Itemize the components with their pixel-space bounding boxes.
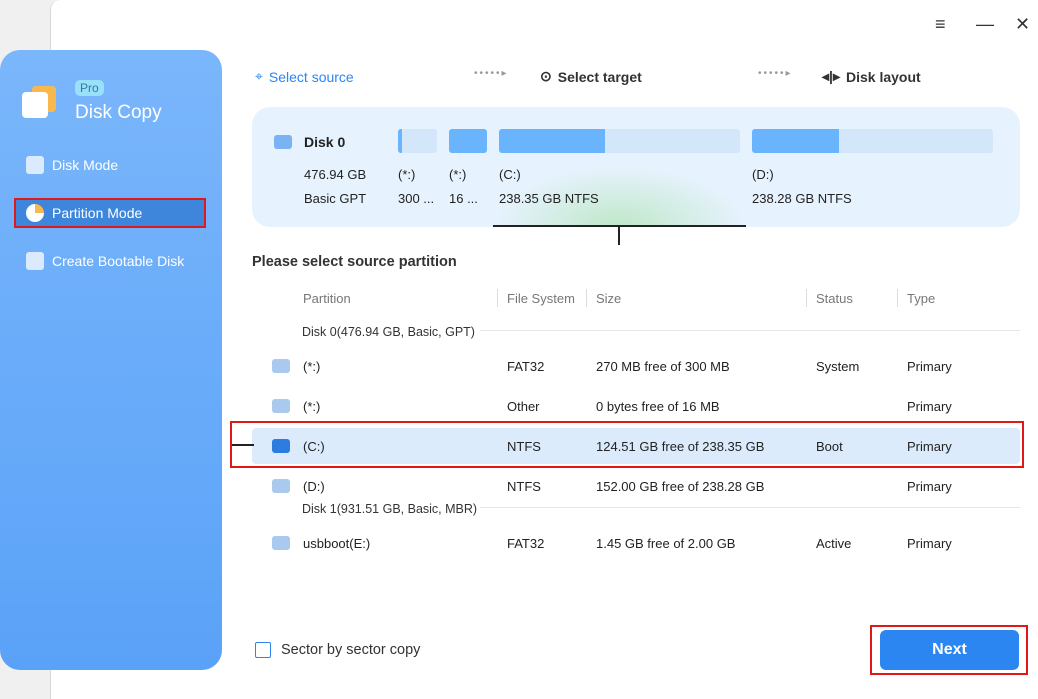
bootable-disk-icon [26, 252, 44, 270]
cell: 0 bytes free of 16 MB [596, 399, 720, 414]
disk-icon [274, 135, 292, 149]
table-row[interactable]: (*:) Other 0 bytes free of 16 MB Primary [252, 388, 1020, 424]
column-header[interactable]: Partition [303, 291, 351, 306]
cell: 270 MB free of 300 MB [596, 359, 730, 374]
partition-usage-bar[interactable] [398, 129, 437, 153]
disk-map: Disk 0 476.94 GB Basic GPT (*:) 300 ... … [252, 107, 1020, 227]
crosshair-icon: ⌖ [255, 68, 263, 84]
sidebar-item-label: Create Bootable Disk [52, 253, 185, 269]
cell: (*:) [303, 359, 321, 374]
partition-disk-icon [272, 399, 290, 413]
connector-line [618, 227, 620, 245]
cell: 1.45 GB free of 2.00 GB [596, 536, 736, 551]
pro-badge: Pro [75, 80, 104, 96]
partition-label: (C:) [499, 167, 521, 182]
partition-label: (*:) [449, 167, 467, 182]
column-header[interactable]: Type [907, 291, 935, 306]
disk-copy-logo-icon [22, 86, 58, 118]
section-title: Please select source partition [252, 254, 457, 270]
column-divider[interactable] [497, 289, 498, 307]
sidebar-item-label: Partition Mode [52, 205, 143, 221]
usage-fill [449, 129, 487, 153]
next-button[interactable]: Next [880, 630, 1019, 670]
table-row[interactable]: usbboot(E:) FAT32 1.45 GB free of 2.00 GB A… [252, 525, 1020, 561]
divider [480, 507, 1020, 508]
step-select-target: ⊙ Select target [540, 68, 642, 85]
partition-detail: 238.28 GB NTFS [752, 191, 852, 206]
partition-disk-icon [272, 359, 290, 373]
partition-pie-icon [26, 204, 44, 222]
disk-group-header: Disk 0(476.94 GB, Basic, GPT) [302, 325, 475, 339]
partition-detail: 238.35 GB NTFS [499, 191, 599, 206]
cell: FAT32 [507, 359, 545, 374]
partition-usage-bar[interactable] [752, 129, 993, 153]
cell: Primary [907, 399, 952, 414]
sidebar-item-create-bootable-disk[interactable]: Create Bootable Disk [14, 246, 206, 276]
hamburger-icon[interactable]: ≡ [935, 14, 946, 35]
minimize-icon[interactable]: — [976, 14, 994, 35]
partition-usage-bar[interactable] [499, 129, 740, 153]
cell: (*:) [303, 399, 321, 414]
partition-disk-icon [272, 536, 290, 550]
cell: FAT32 [507, 536, 545, 551]
sidebar-item-label: Disk Mode [52, 157, 119, 173]
sidebar-item-partition-mode[interactable]: Partition Mode [14, 198, 206, 228]
cell: Primary [907, 479, 952, 494]
step-select-source: ⌖ Select source [255, 68, 354, 85]
table-row[interactable]: (*:) FAT32 270 MB free of 300 MB System Prim… [252, 348, 1020, 384]
step-label: Disk layout [845, 68, 921, 85]
cell: NTFS [507, 479, 541, 494]
disk-name: Disk 0 [304, 134, 346, 150]
column-divider[interactable] [897, 289, 898, 307]
cell: 152.00 GB free of 238.28 GB [596, 479, 765, 494]
connector-line [232, 444, 254, 446]
step-connector: •••••▸ [758, 68, 793, 79]
cell: usbboot(E:) [303, 536, 371, 551]
disk-group-header: Disk 1(931.51 GB, Basic, MBR) [302, 502, 478, 516]
step-label: Select source [268, 68, 354, 85]
layout-icon: ◂|▸ [822, 68, 840, 84]
column-divider[interactable] [586, 289, 587, 307]
column-divider[interactable] [806, 289, 807, 307]
disk-type: Basic GPT [304, 191, 367, 206]
app-title: Disk Copy [75, 102, 162, 123]
usage-fill [499, 129, 606, 153]
disk-mode-icon [26, 156, 44, 174]
partition-label: (*:) [398, 167, 416, 182]
sidebar-item-disk-mode[interactable]: Disk Mode [14, 150, 206, 180]
disk-size: 476.94 GB [304, 167, 367, 182]
column-header[interactable]: Size [596, 291, 621, 306]
cell: System [816, 359, 860, 374]
partition-usage-bar[interactable] [449, 129, 487, 153]
table-row[interactable]: (D:) NTFS 152.00 GB free of 238.28 GB Prima… [252, 468, 1020, 504]
selection-highlight-box [230, 421, 1024, 468]
cell: Other [507, 399, 540, 414]
column-header[interactable]: File System [507, 291, 575, 306]
cell: (D:) [303, 479, 325, 494]
sidebar: Pro Disk Copy Disk Mode Partition Mode C… [0, 50, 222, 670]
partition-detail: 16 ... [449, 191, 478, 206]
usage-fill [752, 129, 839, 153]
cell: Primary [907, 536, 952, 551]
sector-copy-option[interactable]: Sector by sector copy [255, 642, 420, 658]
cell: Active [816, 536, 852, 551]
usage-fill [398, 129, 402, 153]
cell: Primary [907, 359, 952, 374]
partition-disk-icon [272, 479, 290, 493]
target-search-icon: ⊙ [540, 68, 552, 84]
step-disk-layout: ◂|▸ Disk layout [822, 68, 921, 85]
step-connector: •••••▸ [474, 68, 509, 79]
step-label: Select target [557, 68, 642, 85]
partition-detail: 300 ... [398, 191, 435, 206]
column-header[interactable]: Status [816, 291, 853, 306]
sector-copy-label: Sector by sector copy [281, 642, 421, 658]
partition-label: (D:) [752, 167, 774, 182]
close-icon[interactable]: ✕ [1015, 14, 1030, 35]
divider [480, 330, 1020, 331]
sector-copy-checkbox[interactable] [255, 642, 271, 658]
